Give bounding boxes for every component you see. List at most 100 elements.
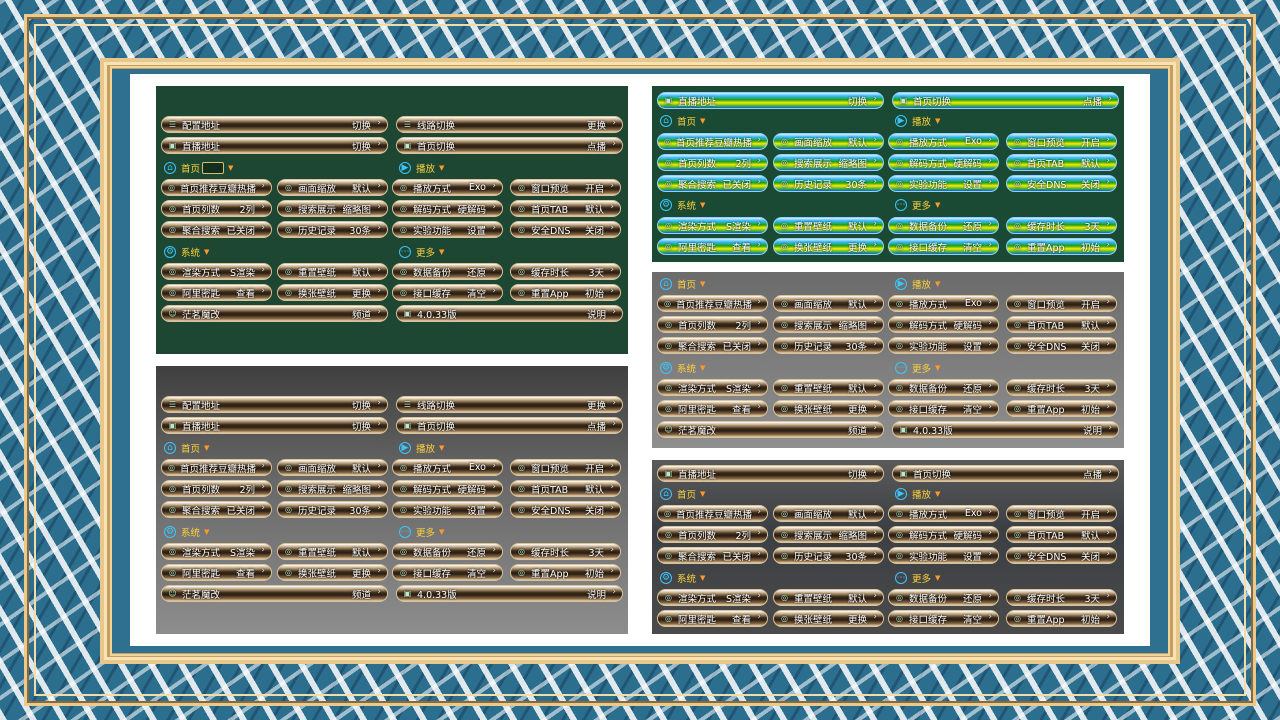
p5-play_mode[interactable]: ◎ 播放方式 Exo › [888, 505, 999, 522]
p5-history[interactable]: ◎ 历史记录 30条 › [773, 547, 884, 564]
p3-api_cache[interactable]: ◎ 接口缓存 清空 › [888, 238, 999, 255]
p3-decode[interactable]: ◎ 解码方式 硬解码 › [888, 154, 999, 171]
p4-reset_wp[interactable]: ◎ 重置壁纸 默认 › [773, 379, 884, 396]
p5-backup[interactable]: ◎ 数据备份 还原 › [888, 589, 999, 606]
p2-section-more[interactable]: ⋯ 更多 ▼ [399, 525, 444, 539]
p1-decode[interactable]: ◎ 解码方式 硬解码 › [392, 200, 503, 217]
p1-section-play[interactable]: ▶ 播放 ▼ [399, 161, 444, 175]
p2-lab[interactable]: ◎ 实验功能 设置 › [392, 501, 503, 518]
p1-change_wp[interactable]: ◎ 换张壁纸 更换 › [277, 284, 388, 301]
p2-home_tab[interactable]: ◎ 首页TAB 默认 › [510, 480, 621, 497]
p4-change_wp[interactable]: ◎ 换张壁纸 更换 › [773, 400, 884, 417]
p5-api_cache[interactable]: ◎ 接口缓存 清空 › [888, 610, 999, 627]
p4-home_cols[interactable]: ◎ 首页列数 2列 › [657, 316, 768, 333]
p2-safe_dns[interactable]: ◎ 安全DNS 关闭 › [510, 501, 621, 518]
p1-history[interactable]: ◎ 历史记录 30条 › [277, 221, 388, 238]
p5-cache_time[interactable]: ◎ 缓存时长 3天 › [1006, 589, 1117, 606]
p1-cache_time[interactable]: ◎ 缓存时长 3天 › [510, 263, 621, 280]
p2-live-addr[interactable]: ▣ 直播地址 切换 › [161, 417, 388, 434]
p1-config-addr[interactable]: ☰ 配置地址 切换 › [161, 116, 388, 133]
p1-line-switch[interactable]: ☰ 线路切换 更换 › [396, 116, 623, 133]
p4-home_rec[interactable]: ◎ 首页推荐 豆瓣热播 › [657, 295, 768, 312]
p3-search_show[interactable]: ◎ 搜索展示 缩略图 › [773, 154, 884, 171]
p5-home_cols[interactable]: ◎ 首页列数 2列 › [657, 526, 768, 543]
p5-home-switch[interactable]: ▣ 首页切换 点播 › [892, 465, 1119, 482]
p3-lab[interactable]: ◎ 实验功能 设置 › [888, 175, 999, 192]
p1-search_show[interactable]: ◎ 搜索展示 缩略图 › [277, 200, 388, 217]
p1-scale[interactable]: ◎ 画面缩放 默认 › [277, 179, 388, 196]
p3-change_wp[interactable]: ◎ 换张壁纸 更换 › [773, 238, 884, 255]
p2-win_preview[interactable]: ◎ 窗口预览 开启 › [510, 459, 621, 476]
p3-render[interactable]: ◎ 渲染方式 S渲染 › [657, 217, 768, 234]
p5-live-addr[interactable]: ▣ 直播地址 切换 › [657, 465, 884, 482]
p1-section-home[interactable]: ⌂ 首页 ▼ [164, 161, 233, 175]
p2-config-addr[interactable]: ☰ 配置地址 切换 › [161, 396, 388, 413]
p3-reset_wp[interactable]: ◎ 重置壁纸 默认 › [773, 217, 884, 234]
p4-safe_dns[interactable]: ◎ 安全DNS 关闭 › [1006, 337, 1117, 354]
p4-lab[interactable]: ◎ 实验功能 设置 › [888, 337, 999, 354]
p3-ali_token[interactable]: ◎ 阿里密匙 查看 › [657, 238, 768, 255]
p4-backup[interactable]: ◎ 数据备份 还原 › [888, 379, 999, 396]
p1-safe_dns[interactable]: ◎ 安全DNS 关闭 › [510, 221, 621, 238]
p4-render[interactable]: ◎ 渲染方式 S渲染 › [657, 379, 768, 396]
p3-cache_time[interactable]: ◎ 缓存时长 3天 › [1006, 217, 1117, 234]
p2-render[interactable]: ◎ 渲染方式 S渲染 › [161, 543, 272, 560]
p5-safe_dns[interactable]: ◎ 安全DNS 关闭 › [1006, 547, 1117, 564]
p4-api_cache[interactable]: ◎ 接口缓存 清空 › [888, 400, 999, 417]
p1-mingmo[interactable]: ☺ 茫茗魔改 频道 › [161, 305, 388, 322]
p3-history[interactable]: ◎ 历史记录 30条 › [773, 175, 884, 192]
p4-section-play[interactable]: ▶ 播放 ▼ [895, 277, 940, 291]
p2-section-home[interactable]: ⌂ 首页 ▼ [164, 441, 209, 455]
p1-home_cols[interactable]: ◎ 首页列数 2列 › [161, 200, 272, 217]
p3-home_rec[interactable]: ◎ 首页推荐 豆瓣热播 › [657, 133, 768, 150]
p2-history[interactable]: ◎ 历史记录 30条 › [277, 501, 388, 518]
p2-cache_time[interactable]: ◎ 缓存时长 3天 › [510, 543, 621, 560]
p2-reset_wp[interactable]: ◎ 重置壁纸 默认 › [277, 543, 388, 560]
p1-version[interactable]: ▣ 4.0.33版 说明 › [396, 305, 623, 322]
p2-home_rec[interactable]: ◎ 首页推荐 豆瓣热播 › [161, 459, 272, 476]
p4-ali_token[interactable]: ◎ 阿里密匙 查看 › [657, 400, 768, 417]
p3-section-more[interactable]: ⋯ 更多 ▼ [895, 198, 940, 212]
p1-api_cache[interactable]: ◎ 接口缓存 清空 › [392, 284, 503, 301]
p5-agg_search[interactable]: ◎ 聚合搜索 已关闭 › [657, 547, 768, 564]
p1-win_preview[interactable]: ◎ 窗口预览 开启 › [510, 179, 621, 196]
p3-play_mode[interactable]: ◎ 播放方式 Exo › [888, 133, 999, 150]
p1-backup[interactable]: ◎ 数据备份 还原 › [392, 263, 503, 280]
p5-home_tab[interactable]: ◎ 首页TAB 默认 › [1006, 526, 1117, 543]
p4-mingmo[interactable]: ☺ 茫茗魔改 频道 › [657, 421, 884, 438]
p5-home_rec[interactable]: ◎ 首页推荐 豆瓣热播 › [657, 505, 768, 522]
p2-api_cache[interactable]: ◎ 接口缓存 清空 › [392, 564, 503, 581]
p3-scale[interactable]: ◎ 画面缩放 默认 › [773, 133, 884, 150]
p5-section-system[interactable]: ⚙ 系统 ▼ [660, 571, 705, 585]
p5-render[interactable]: ◎ 渲染方式 S渲染 › [657, 589, 768, 606]
p2-backup[interactable]: ◎ 数据备份 还原 › [392, 543, 503, 560]
p3-live-addr[interactable]: ▣ 直播地址 切换 › [657, 92, 884, 109]
p5-scale[interactable]: ◎ 画面缩放 默认 › [773, 505, 884, 522]
p1-home_tab[interactable]: ◎ 首页TAB 默认 › [510, 200, 621, 217]
p5-search_show[interactable]: ◎ 搜索展示 缩略图 › [773, 526, 884, 543]
p1-reset_wp[interactable]: ◎ 重置壁纸 默认 › [277, 263, 388, 280]
p5-reset_app[interactable]: ◎ 重置App 初始 › [1006, 610, 1117, 627]
p3-backup[interactable]: ◎ 数据备份 还原 › [888, 217, 999, 234]
p3-section-system[interactable]: ⚙ 系统 ▼ [660, 198, 705, 212]
p4-agg_search[interactable]: ◎ 聚合搜索 已关闭 › [657, 337, 768, 354]
p5-decode[interactable]: ◎ 解码方式 硬解码 › [888, 526, 999, 543]
p3-home_tab[interactable]: ◎ 首页TAB 默认 › [1006, 154, 1117, 171]
p5-reset_wp[interactable]: ◎ 重置壁纸 默认 › [773, 589, 884, 606]
p4-win_preview[interactable]: ◎ 窗口预览 开启 › [1006, 295, 1117, 312]
p2-reset_app[interactable]: ◎ 重置App 初始 › [510, 564, 621, 581]
p2-decode[interactable]: ◎ 解码方式 硬解码 › [392, 480, 503, 497]
p1-reset_app[interactable]: ◎ 重置App 初始 › [510, 284, 621, 301]
p1-live-addr[interactable]: ▣ 直播地址 切换 › [161, 137, 388, 154]
p3-section-home[interactable]: ⌂ 首页 ▼ [660, 114, 705, 128]
p3-section-play[interactable]: ▶ 播放 ▼ [895, 114, 940, 128]
p4-section-system[interactable]: ⚙ 系统 ▼ [660, 361, 705, 375]
p5-ali_token[interactable]: ◎ 阿里密匙 查看 › [657, 610, 768, 627]
p4-history[interactable]: ◎ 历史记录 30条 › [773, 337, 884, 354]
p2-section-play[interactable]: ▶ 播放 ▼ [399, 441, 444, 455]
p3-home_cols[interactable]: ◎ 首页列数 2列 › [657, 154, 768, 171]
p1-section-system[interactable]: ⚙ 系统 ▼ [164, 245, 209, 259]
p4-scale[interactable]: ◎ 画面缩放 默认 › [773, 295, 884, 312]
p2-version[interactable]: ▣ 4.0.33版 说明 › [396, 585, 623, 602]
p4-decode[interactable]: ◎ 解码方式 硬解码 › [888, 316, 999, 333]
